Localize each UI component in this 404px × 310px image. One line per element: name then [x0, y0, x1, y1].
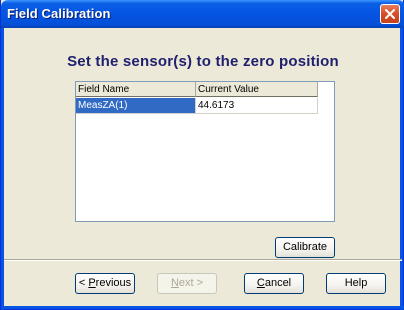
- cell-current-value[interactable]: 44.6173: [196, 98, 318, 114]
- cancel-accelerator: C: [256, 277, 265, 289]
- close-button[interactable]: [380, 4, 400, 24]
- page-heading: Set the sensor(s) to the zero position: [67, 53, 339, 70]
- field-grid[interactable]: Field Name Current Value MeasZA(1) 44.61…: [75, 81, 335, 222]
- grid-header: Field Name Current Value: [76, 82, 318, 98]
- title-bar[interactable]: Field Calibration: [1, 0, 404, 28]
- next-button[interactable]: Next >: [157, 273, 217, 294]
- column-header-current-value[interactable]: Current Value: [196, 82, 318, 97]
- content-panel: Set the sensor(s) to the zero position F…: [4, 28, 402, 261]
- column-header-field-name[interactable]: Field Name: [76, 82, 196, 97]
- previous-label: revious: [95, 277, 132, 289]
- previous-prefix: <: [78, 277, 89, 289]
- window-title: Field Calibration: [7, 6, 111, 21]
- next-label: ext >: [178, 277, 204, 289]
- cancel-label: ancel: [264, 277, 292, 289]
- previous-accelerator: P: [88, 277, 96, 289]
- table-row[interactable]: MeasZA(1) 44.6173: [76, 98, 318, 114]
- help-button[interactable]: Help: [326, 273, 386, 294]
- window-border-bottom: [1, 306, 404, 309]
- cell-field-name[interactable]: MeasZA(1): [76, 98, 196, 114]
- cancel-button[interactable]: Cancel: [244, 273, 304, 294]
- close-icon: [385, 9, 395, 19]
- previous-button[interactable]: < Previous: [75, 273, 135, 294]
- calibrate-button[interactable]: Calibrate: [275, 237, 335, 258]
- dialog-window: Field Calibration Set the sensor(s) to t…: [0, 0, 404, 310]
- next-accelerator: N: [170, 277, 179, 289]
